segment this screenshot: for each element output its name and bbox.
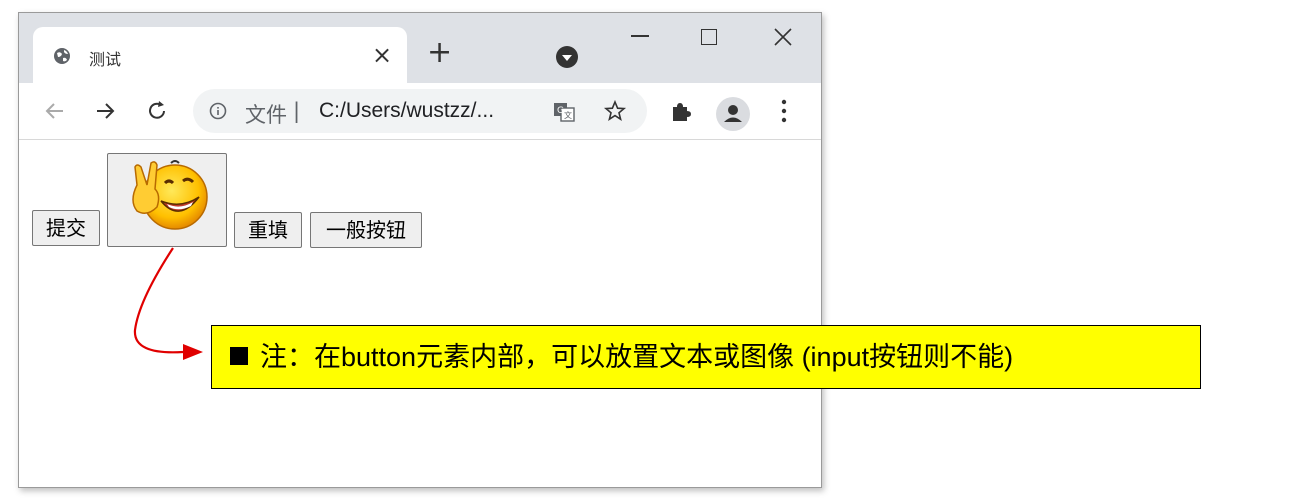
address-bar[interactable]: 文件 | C:/Users/wustzz/... G 文	[193, 89, 647, 133]
browser-toolbar: 文件 | C:/Users/wustzz/... G 文	[19, 83, 821, 140]
url-scheme-label: 文件	[245, 103, 287, 127]
title-bar: 测试 × +	[19, 13, 821, 83]
reset-button[interactable]: 重填	[234, 212, 302, 248]
tab-search-icon[interactable]	[555, 45, 579, 69]
window-close-button[interactable]	[771, 25, 795, 49]
person-icon	[724, 105, 742, 122]
translate-icon[interactable]: G 文	[553, 101, 575, 123]
forward-arrow-icon[interactable]	[91, 97, 119, 125]
minimize-button[interactable]	[631, 35, 649, 37]
svg-text:文: 文	[564, 110, 572, 120]
svg-text:G: G	[557, 106, 564, 116]
maximize-button[interactable]	[701, 29, 717, 45]
submit-button[interactable]: 提交	[32, 210, 100, 246]
back-arrow-icon[interactable]	[41, 97, 69, 125]
browser-tab[interactable]: 测试 ×	[33, 27, 407, 83]
new-tab-button[interactable]: +	[427, 37, 452, 69]
reload-icon[interactable]	[143, 97, 171, 125]
annotation-note: 注：在button元素内部，可以放置文本或图像 (input按钮则不能)	[211, 325, 1201, 389]
tab-close-button[interactable]: ×	[370, 40, 394, 70]
url-separator: |	[293, 99, 301, 123]
plain-button[interactable]: 一般按钮	[310, 212, 422, 248]
annotation-text: 注：在button元素内部，可以放置文本或图像 (input按钮则不能)	[260, 342, 1014, 372]
info-icon[interactable]	[209, 102, 227, 120]
profile-avatar[interactable]	[716, 97, 750, 131]
globe-icon	[54, 48, 70, 64]
annotation-arrow	[133, 247, 203, 360]
tab-title: 测试	[89, 50, 122, 69]
extensions-puzzle-icon[interactable]	[669, 99, 693, 123]
url-text[interactable]: C:/Users/wustzz/...	[319, 99, 494, 123]
bookmark-star-icon[interactable]	[603, 99, 627, 123]
image-button[interactable]	[107, 153, 227, 247]
smiley-victory-emoji-icon	[132, 159, 208, 230]
square-bullet-icon	[230, 346, 248, 365]
menu-kebab-icon[interactable]	[779, 97, 789, 125]
